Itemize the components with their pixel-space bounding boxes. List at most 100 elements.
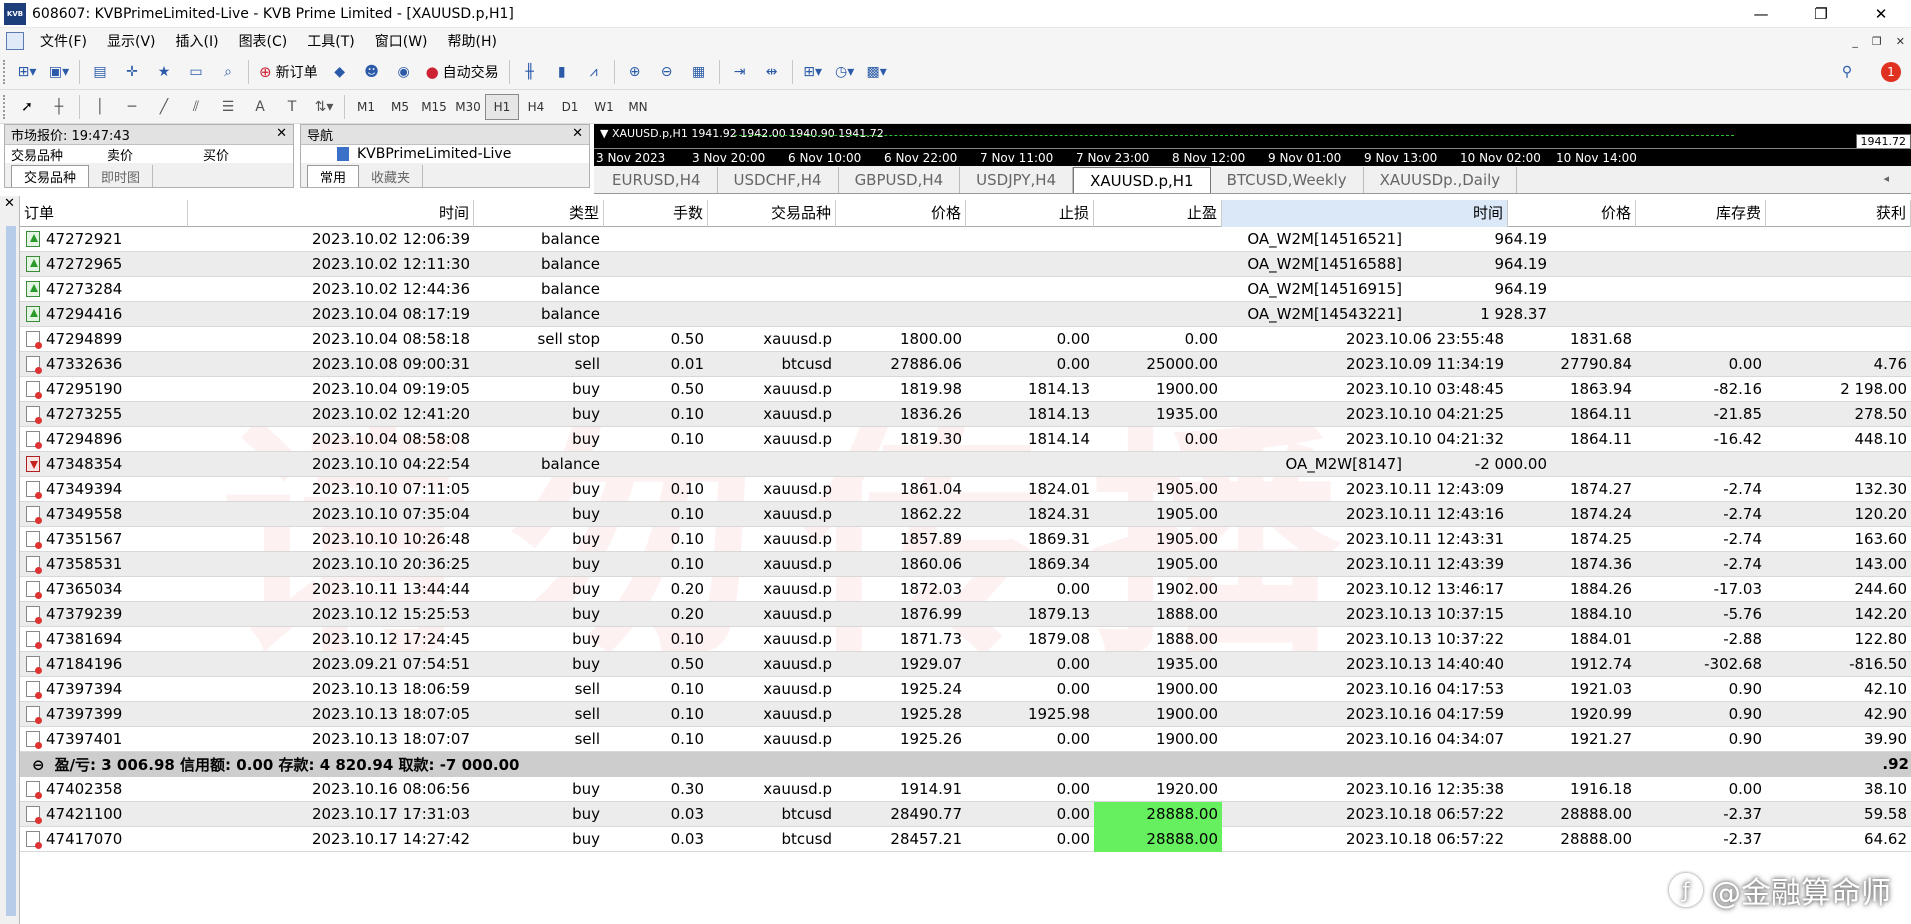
timeframe-d1[interactable]: D1: [553, 94, 587, 120]
column-profit[interactable]: 获利: [1766, 199, 1911, 227]
chart-tab-eurusd[interactable]: EURUSD,H4: [596, 167, 718, 193]
terminal-icon[interactable]: ▭: [182, 58, 210, 86]
document-icon[interactable]: [6, 32, 24, 50]
table-row[interactable]: 47402358 2023.10.16 08:06:56 buy 0.30 xauusd…: [20, 777, 1911, 802]
new-chart-icon[interactable]: ⊞▾: [13, 58, 41, 86]
column-open-price[interactable]: 价格: [836, 199, 966, 227]
signals-icon[interactable]: ◉: [390, 58, 418, 86]
table-row[interactable]: 47348354 2023.10.10 04:22:54 balance OA_M2W…: [20, 452, 1911, 477]
text-label-icon[interactable]: T: [278, 93, 306, 121]
close-icon[interactable]: ✕: [572, 126, 583, 141]
table-row[interactable]: 47397394 2023.10.13 18:06:59 sell 0.10 xauus…: [20, 677, 1911, 702]
menu-file[interactable]: 文件(F): [30, 31, 97, 51]
table-row[interactable]: 47273255 2023.10.02 12:41:20 buy 0.10 xauusd…: [20, 402, 1911, 427]
table-row[interactable]: 47381694 2023.10.12 17:24:45 buy 0.10 xauusd…: [20, 627, 1911, 652]
candlestick-icon[interactable]: ▮: [548, 58, 576, 86]
table-row[interactable]: 47397401 2023.10.13 18:07:07 sell 0.10 xauus…: [20, 727, 1911, 752]
close-button[interactable]: ✕: [1851, 0, 1911, 28]
table-row[interactable]: 47272965 2023.10.02 12:11:30 balance OA_W2M…: [20, 252, 1911, 277]
menu-tools[interactable]: 工具(T): [297, 31, 364, 51]
table-row[interactable]: 47184196 2023.09.21 07:54:51 buy 0.50 xauusd…: [20, 652, 1911, 677]
toolbar-grip[interactable]: [3, 94, 7, 119]
zoom-out-icon[interactable]: ⊖: [653, 58, 681, 86]
column-close-price[interactable]: 价格: [1508, 199, 1636, 227]
tab-tick-chart[interactable]: 即时图: [89, 165, 154, 187]
vertical-line-icon[interactable]: │: [86, 93, 114, 121]
mdi-minimize-button[interactable]: _: [1852, 35, 1858, 48]
new-order-button[interactable]: ⊕ 新订单: [255, 58, 322, 86]
chart-tab-xauusdp-daily[interactable]: XAUUSDp.,Daily: [1364, 167, 1518, 193]
chart-tab-usdchf[interactable]: USDCHF,H4: [718, 167, 839, 193]
menu-charts[interactable]: 图表(C): [229, 31, 298, 51]
crosshair-icon[interactable]: ┼: [45, 93, 73, 121]
table-row[interactable]: 47294416 2023.10.04 08:17:19 balance OA_W2M…: [20, 302, 1911, 327]
table-row[interactable]: 47294899 2023.10.04 08:58:18 sell stop 0.50…: [20, 327, 1911, 352]
search-icon[interactable]: ⚲: [1833, 58, 1861, 86]
navigator-icon[interactable]: ★: [150, 58, 178, 86]
table-row[interactable]: 47332636 2023.10.08 09:00:31 sell 0.01 btcus…: [20, 352, 1911, 377]
people-icon[interactable]: ☻: [358, 58, 386, 86]
mdi-restore-button[interactable]: ❐: [1872, 35, 1882, 48]
column-size[interactable]: 手数: [604, 199, 708, 227]
column-ask[interactable]: 买价: [197, 145, 293, 164]
tab-common[interactable]: 常用: [307, 165, 360, 187]
zoom-in-icon[interactable]: ⊕: [621, 58, 649, 86]
table-row[interactable]: 47379239 2023.10.12 15:25:53 buy 0.20 xauusd…: [20, 602, 1911, 627]
timeframe-w1[interactable]: W1: [587, 94, 621, 120]
mdi-close-button[interactable]: ✕: [1896, 35, 1905, 48]
bar-chart-icon[interactable]: ╫: [516, 58, 544, 86]
table-row[interactable]: 47358531 2023.10.10 20:36:25 buy 0.10 xauusd…: [20, 552, 1911, 577]
maximize-button[interactable]: ❐: [1791, 0, 1851, 28]
text-icon[interactable]: A: [246, 93, 274, 121]
column-type[interactable]: 类型: [474, 199, 604, 227]
periods-icon[interactable]: ◷▾: [831, 58, 859, 86]
menu-help[interactable]: 帮助(H): [438, 31, 507, 51]
timeframe-h4[interactable]: H4: [519, 94, 553, 120]
auto-scroll-icon[interactable]: ⇥: [726, 58, 754, 86]
column-bid[interactable]: 卖价: [101, 145, 197, 164]
horizontal-line-icon[interactable]: ─: [118, 93, 146, 121]
column-swap[interactable]: 库存费: [1636, 199, 1766, 227]
arrows-icon[interactable]: ⇅▾: [310, 93, 338, 121]
chart-tab-xauusd[interactable]: XAUUSD.p,H1: [1073, 167, 1211, 193]
fibonacci-icon[interactable]: ☰: [214, 93, 242, 121]
cursor-icon[interactable]: ➚: [13, 93, 41, 121]
close-icon[interactable]: ✕: [276, 126, 287, 141]
table-row[interactable]: 47294896 2023.10.04 08:58:08 buy 0.10 xauusd…: [20, 427, 1911, 452]
minimize-button[interactable]: —: [1731, 0, 1791, 28]
table-row[interactable]: 47349558 2023.10.10 07:35:04 buy 0.10 xauusd…: [20, 502, 1911, 527]
column-symbol[interactable]: 交易品种: [5, 145, 101, 164]
column-order[interactable]: 订单: [20, 199, 188, 227]
tile-windows-icon[interactable]: ▦: [685, 58, 713, 86]
table-row[interactable]: 47273284 2023.10.02 12:44:36 balance OA_W2M…: [20, 277, 1911, 302]
chart-tab-gbpusd[interactable]: GBPUSD,H4: [839, 167, 961, 193]
column-close-time[interactable]: 时间: [1222, 199, 1508, 227]
timeframe-h1[interactable]: H1: [485, 93, 519, 120]
menu-insert[interactable]: 插入(I): [166, 31, 229, 51]
column-stop-loss[interactable]: 止损: [966, 199, 1094, 227]
column-take-profit[interactable]: 止盈: [1094, 199, 1222, 227]
market-watch-icon[interactable]: ▤: [86, 58, 114, 86]
column-symbol[interactable]: 交易品种: [708, 199, 836, 227]
indicators-icon[interactable]: ⊞▾: [799, 58, 827, 86]
notification-badge[interactable]: 1: [1881, 62, 1901, 82]
table-row[interactable]: 47421100 2023.10.17 17:31:03 buy 0.03 btcusd…: [20, 801, 1911, 827]
column-open-time[interactable]: 时间: [188, 199, 474, 227]
tab-favorites[interactable]: 收藏夹: [359, 165, 424, 187]
table-row[interactable]: 47417070 2023.10.17 14:27:42 buy 0.03 btcusd…: [20, 826, 1911, 852]
chart-shift-icon[interactable]: ⇹: [758, 58, 786, 86]
chart-tab-usdjpy[interactable]: USDJPY,H4: [960, 167, 1074, 193]
table-row[interactable]: 47351567 2023.10.10 10:26:48 buy 0.10 xauusd…: [20, 527, 1911, 552]
terminal-close-icon[interactable]: ✕: [0, 196, 15, 211]
chart-tab-btcusd[interactable]: BTCUSD,Weekly: [1211, 167, 1364, 193]
channel-icon[interactable]: ⫽: [182, 93, 210, 121]
timeframe-m1[interactable]: M1: [349, 94, 383, 120]
menu-view[interactable]: 显示(V): [97, 31, 166, 51]
table-row[interactable]: 47295190 2023.10.04 09:19:05 buy 0.50 xauusd…: [20, 377, 1911, 402]
table-row[interactable]: 47272921 2023.10.02 12:06:39 balance OA_W2M…: [20, 227, 1911, 252]
timeframe-m30[interactable]: M30: [451, 94, 485, 120]
strategy-tester-icon[interactable]: ⌕: [214, 58, 242, 86]
auto-trading-button[interactable]: ● 自动交易: [422, 58, 503, 86]
timeframe-m15[interactable]: M15: [417, 94, 451, 120]
tab-scroll-left-icon[interactable]: ◂: [1883, 172, 1889, 185]
